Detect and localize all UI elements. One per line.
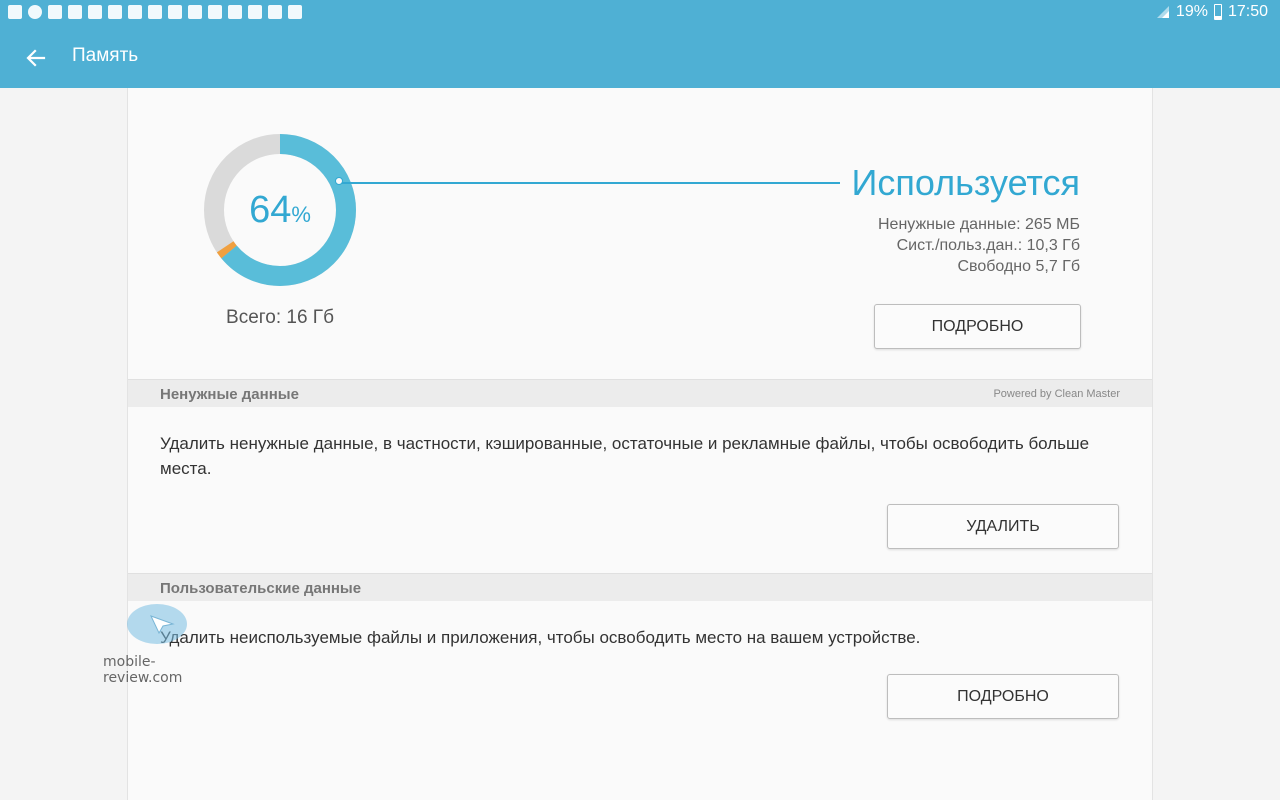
page-title: Память [72, 45, 139, 66]
gmail-icon [48, 5, 62, 19]
clock: 17:50 [1227, 3, 1268, 20]
app-icon [128, 5, 142, 19]
battery-icon [1213, 4, 1222, 20]
junk-section-header: Ненужные данные Powered by Clean Master [128, 379, 1152, 407]
junk-section-title: Ненужные данные [160, 386, 299, 403]
app-icon [108, 5, 122, 19]
watermark-text: mobile-review.com [103, 654, 183, 686]
signal-icon [1156, 5, 1170, 19]
screenshot-icon [288, 5, 302, 19]
junk-description: Удалить ненужные данные, в частности, кэ… [160, 434, 1090, 478]
app-bar: Память [0, 26, 1280, 88]
free-size: Свободно 5,7 Гб [957, 258, 1080, 275]
usage-breakdown: Ненужные данные: 265 МБ Сист./польз.дан.… [878, 214, 1080, 277]
percent-sign: % [291, 202, 311, 227]
screenshot-icon [268, 5, 282, 19]
powered-by: Powered by Clean Master [993, 388, 1120, 400]
watermark: mobile-review.com [103, 600, 223, 686]
calendar-icon [248, 5, 262, 19]
notification-icons [8, 5, 302, 19]
back-arrow-icon[interactable] [22, 44, 50, 72]
system-user-size: Сист./польз.дан.: 10,3 Гб [896, 237, 1080, 254]
used-title: Используется [851, 162, 1080, 203]
usage-percent: 64 % [203, 133, 357, 287]
junk-size: Ненужные данные: 265 МБ [877, 216, 1080, 233]
drive-icon [88, 5, 102, 19]
cursor-arrow-icon [150, 615, 175, 634]
app-icon [188, 5, 202, 19]
storage-details-button[interactable]: ПОДРОБНО [874, 304, 1081, 349]
user-description: Удалить неиспользуемые файлы и приложени… [160, 628, 921, 647]
storage-card: 64 % Всего: 16 Гб Используется Ненужные … [127, 88, 1153, 800]
app-icon [208, 5, 222, 19]
app-icon [168, 5, 182, 19]
status-bar: 19% 17:50 [0, 0, 1280, 26]
user-section-title: Пользовательские данные [160, 580, 362, 597]
chat-icon [28, 5, 42, 19]
percent-value: 64 [249, 188, 292, 231]
leader-line [342, 182, 840, 184]
status-right: 19% 17:50 [1156, 3, 1268, 21]
gallery-icon [68, 5, 82, 19]
delete-junk-button[interactable]: УДАЛИТЬ [887, 504, 1119, 549]
leader-dot [335, 177, 343, 185]
total-storage: Всего: 16 Гб [226, 307, 334, 328]
no-sound-icon [8, 5, 22, 19]
user-data-details-button[interactable]: ПОДРОБНО [887, 674, 1119, 719]
app-icon [228, 5, 242, 19]
user-section-header: Пользовательские данные [128, 573, 1152, 601]
battery-percent: 19% [1175, 3, 1208, 20]
app-icon [148, 5, 162, 19]
